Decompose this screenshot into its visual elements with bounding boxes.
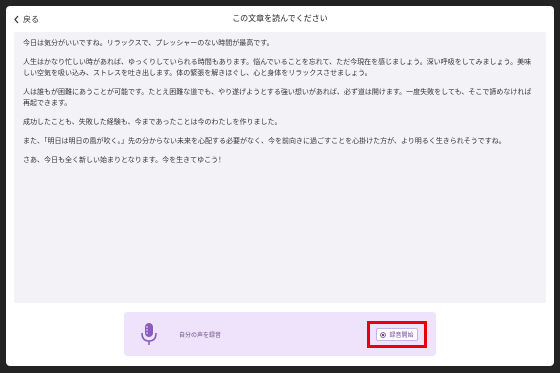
- paragraph-1: 今日は気分がいいですね。リラックスで、プレッシャーのない時間が最高です。: [23, 39, 274, 47]
- record-icon: [380, 331, 387, 338]
- record-panel: 自分の声を録音 録音開始: [124, 312, 436, 356]
- microphone-icon: [141, 323, 157, 345]
- start-recording-button[interactable]: 録音開始: [376, 328, 418, 341]
- reading-text-panel: 今日は気分がいいですね。リラックスで、プレッシャーのない時間が最高です。 人生は…: [14, 32, 546, 303]
- paragraph-4: 成功したことも、失敗した経験も、今まであったことは今のわたしを作りました。: [23, 118, 282, 126]
- start-recording-label: 録音開始: [389, 332, 414, 339]
- page-title: この文章を読んでください: [232, 14, 328, 23]
- record-label: 自分の声を録音: [179, 332, 222, 339]
- paragraph-3: 人は誰もが困難にあうことが可能です。たとえ困難な道でも、やり遂げようとする強い想…: [23, 88, 532, 107]
- reading-modal: 戻る この文章を読んでください 今日は気分がいいですね。リラックスで、プレッシャ…: [6, 6, 554, 366]
- paragraph-6: さあ、今日も全く新しい始まりとなります。今を生きてゆこう！: [23, 156, 226, 164]
- paragraph-2: 人生はかなり忙しい時があれば、ゆっくりしていられる時間もあります。悩んでいること…: [23, 58, 532, 77]
- modal-header: 戻る この文章を読んでください: [6, 6, 554, 32]
- paragraph-5: また、「明日は明日の風が吹く。」先の分からない未来を心配する必要がなく、今を前向…: [23, 137, 506, 145]
